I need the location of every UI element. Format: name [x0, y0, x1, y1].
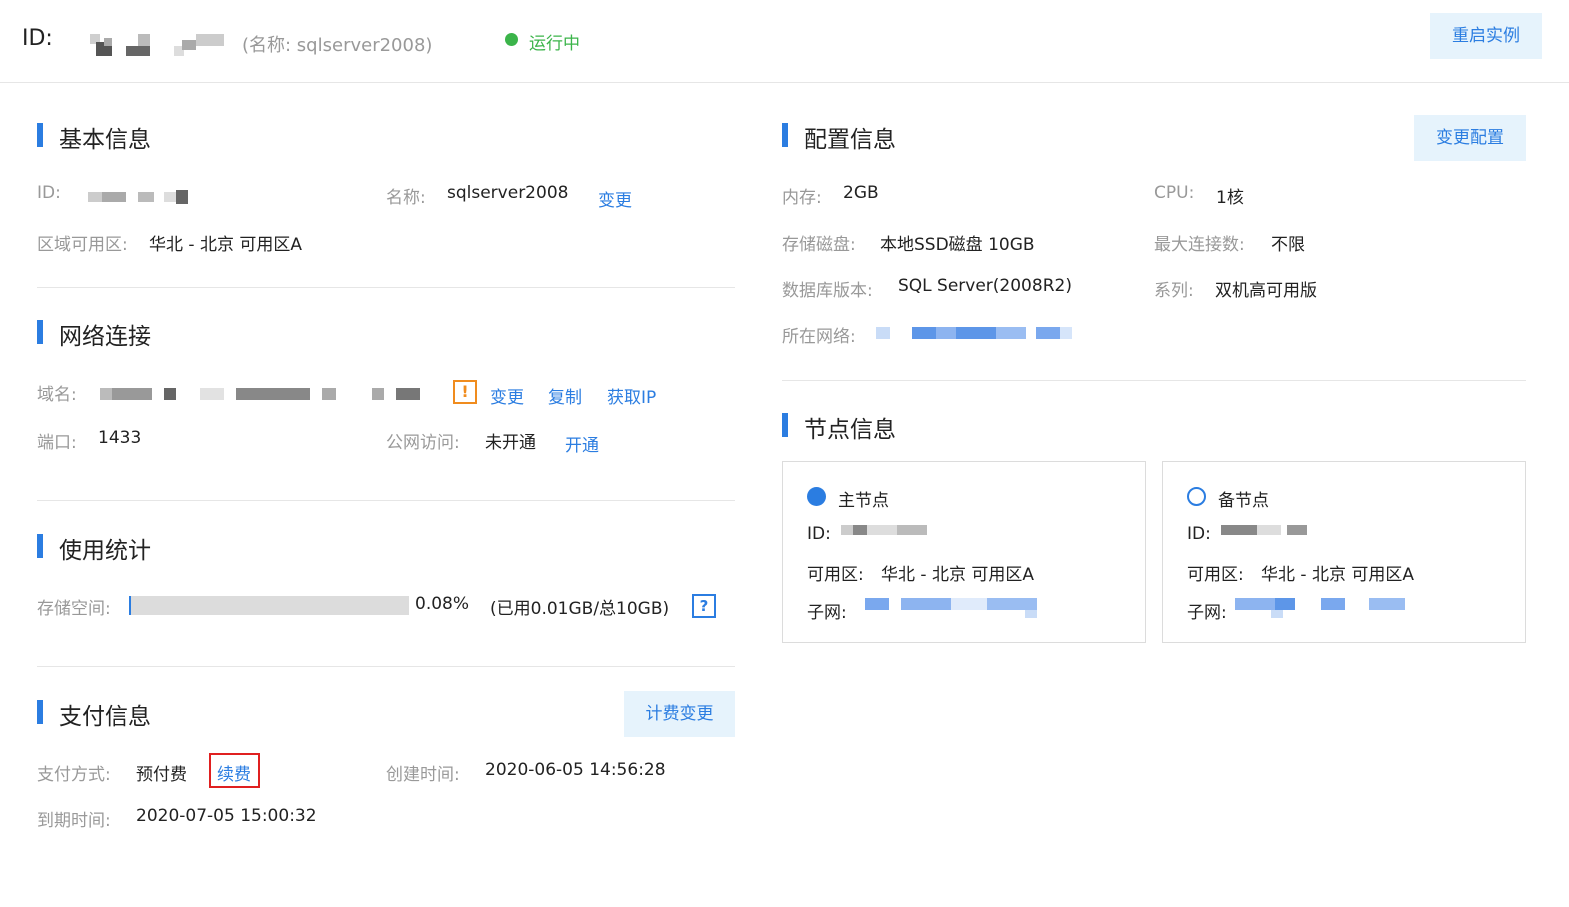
- domain-label: 域名:: [37, 385, 77, 405]
- standby-node-id-label: ID:: [1187, 524, 1211, 544]
- payment-method-value: 预付费: [136, 765, 187, 785]
- standby-subnet-redacted[interactable]: [1235, 596, 1411, 620]
- config-title: 配置信息: [782, 120, 896, 154]
- basic-info-title: 基本信息: [37, 120, 151, 154]
- help-icon[interactable]: ?: [692, 594, 716, 618]
- cpu-value: 1核: [1216, 188, 1244, 208]
- memory-label: 内存:: [782, 188, 822, 208]
- payment-method-label: 支付方式:: [37, 765, 111, 785]
- max-connections-label: 最大连接数:: [1154, 235, 1245, 255]
- basic-id-redacted: [88, 190, 188, 204]
- series-label: 系列:: [1154, 281, 1194, 301]
- radio-unselected-icon[interactable]: [1187, 487, 1206, 506]
- enable-public-access-link[interactable]: 开通: [565, 431, 599, 456]
- created-time-value: 2020-06-05 14:56:28: [485, 760, 666, 780]
- region-value: 华北 - 北京 可用区A: [149, 235, 302, 255]
- instance-id-redacted: [90, 34, 224, 56]
- db-version-label: 数据库版本:: [782, 281, 873, 301]
- primary-node-zone-value: 华北 - 北京 可用区A: [881, 565, 1034, 585]
- change-config-button[interactable]: 变更配置: [1414, 115, 1526, 161]
- status-badge: 运行中: [529, 34, 580, 54]
- primary-node-subnet-label: 子网:: [807, 603, 847, 623]
- standby-node-title: 备节点: [1218, 491, 1269, 511]
- nodes-title: 节点信息: [782, 410, 896, 444]
- public-access-value: 未开通: [485, 433, 536, 453]
- restart-instance-button[interactable]: 重启实例: [1430, 13, 1542, 59]
- expire-time-value: 2020-07-05 15:00:32: [136, 806, 317, 826]
- primary-node-zone-label: 可用区:: [807, 565, 864, 585]
- basic-name-value: sqlserver2008: [447, 183, 569, 203]
- section-divider: [37, 287, 735, 288]
- change-domain-link[interactable]: 变更: [490, 383, 524, 408]
- radio-selected-icon[interactable]: [807, 487, 826, 506]
- created-time-label: 创建时间:: [386, 765, 460, 785]
- standby-node-id-redacted: [1221, 525, 1307, 535]
- standby-node-subnet-label: 子网:: [1187, 603, 1227, 623]
- standby-node-zone-label: 可用区:: [1187, 565, 1244, 585]
- expire-time-label: 到期时间:: [37, 811, 111, 831]
- disk-value: 本地SSD磁盘 10GB: [880, 235, 1035, 255]
- domain-redacted: [100, 388, 420, 400]
- storage-progress-bar: [129, 596, 409, 615]
- primary-node-title: 主节点: [838, 491, 889, 511]
- section-divider: [37, 500, 735, 501]
- instance-name: (名称: sqlserver2008): [242, 35, 433, 56]
- get-ip-link[interactable]: 获取IP: [607, 383, 656, 408]
- storage-detail: (已用0.01GB/总10GB): [490, 599, 670, 619]
- warning-icon[interactable]: !: [453, 380, 477, 404]
- status-running-icon: [505, 33, 518, 46]
- storage-percent: 0.08%: [415, 594, 470, 614]
- copy-domain-link[interactable]: 复制: [548, 383, 582, 408]
- primary-subnet-redacted[interactable]: [865, 596, 1041, 620]
- basic-name-label: 名称:: [386, 188, 426, 208]
- instance-header: ID: (名称: sqlserver2008) 运行中 重启实例: [0, 0, 1569, 83]
- disk-label: 存储磁盘:: [782, 235, 856, 255]
- primary-node-card[interactable]: 主节点 ID: 可用区: 华北 - 北京 可用区A 子网:: [782, 461, 1146, 643]
- storage-label: 存储空间:: [37, 599, 111, 619]
- billing-change-button[interactable]: 计费变更: [624, 691, 735, 737]
- max-connections-value: 不限: [1271, 235, 1305, 255]
- renew-link[interactable]: 续费: [217, 760, 251, 785]
- storage-progress-fill: [129, 596, 131, 615]
- instance-id-label: ID:: [22, 26, 53, 51]
- primary-node-id-redacted: [841, 525, 927, 535]
- network-title: 网络连接: [37, 317, 151, 351]
- standby-node-card[interactable]: 备节点 ID: 可用区: 华北 - 北京 可用区A 子网:: [1162, 461, 1526, 643]
- port-label: 端口:: [37, 433, 77, 453]
- standby-node-zone-value: 华北 - 北京 可用区A: [1261, 565, 1414, 585]
- region-label: 区域可用区:: [37, 235, 128, 255]
- series-value: 双机高可用版: [1215, 281, 1317, 301]
- public-access-label: 公网访问:: [386, 433, 460, 453]
- payment-title: 支付信息: [37, 697, 151, 731]
- usage-title: 使用统计: [37, 531, 151, 565]
- primary-node-id-label: ID:: [807, 524, 831, 544]
- basic-id-label: ID:: [37, 183, 61, 203]
- section-divider: [782, 380, 1526, 381]
- port-value: 1433: [98, 428, 142, 448]
- memory-value: 2GB: [843, 183, 879, 203]
- db-version-value: SQL Server(2008R2): [898, 276, 1072, 296]
- section-divider: [37, 666, 735, 667]
- network-label: 所在网络:: [782, 327, 856, 347]
- change-name-link[interactable]: 变更: [598, 186, 632, 211]
- vpc-network-redacted[interactable]: [876, 325, 1086, 341]
- cpu-label: CPU:: [1154, 183, 1195, 203]
